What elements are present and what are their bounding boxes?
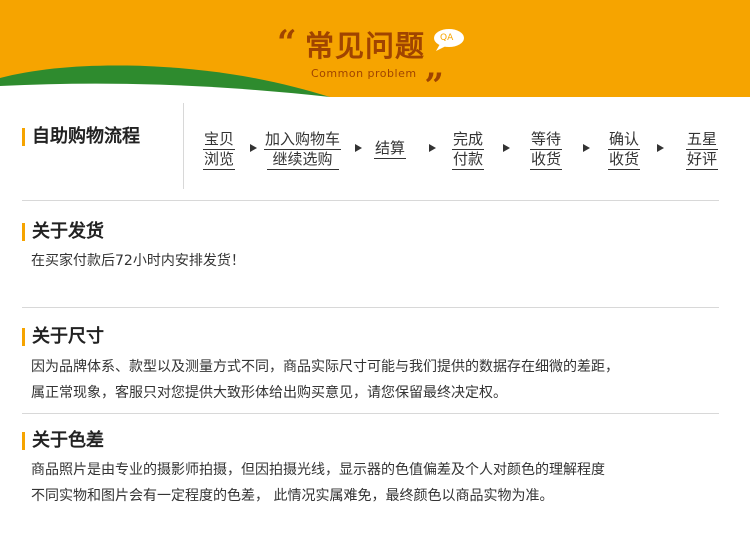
color-heading-text: 关于色差: [32, 430, 104, 451]
flow-step-review: 五星 好评: [686, 130, 719, 170]
size-heading: 关于尺寸: [22, 328, 104, 346]
flow-step-checkout: 结算: [374, 139, 407, 159]
section-divider: [22, 200, 719, 201]
heading-accent-bar: [22, 328, 25, 346]
flow-step-payment: 完成 付款: [452, 130, 485, 170]
arrow-right-icon: [657, 144, 664, 152]
arrow-right-icon: [503, 144, 510, 152]
page-subtitle: Common problem: [311, 67, 417, 80]
color-heading: 关于色差: [22, 432, 104, 450]
close-quote: „: [425, 47, 445, 87]
heading-accent-bar: [22, 432, 25, 450]
flow-step-line: 结算: [374, 139, 407, 159]
qa-badge-text: QA: [440, 33, 454, 43]
text-line: 在买家付款后72小时内安排发货！: [31, 253, 245, 269]
flow-step-browse: 宝贝 浏览: [203, 130, 236, 170]
header-title-group: “ 常见问题 „ Common problem QA: [0, 0, 750, 97]
flow-vertical-divider: [183, 103, 184, 189]
text-line: 不同实物和图片会有一定程度的色差， 此情况实属难免，最终颜色以商品实物为准。: [31, 488, 554, 504]
arrow-right-icon: [355, 144, 362, 152]
open-quote: “: [277, 23, 297, 63]
flow-step-confirm: 确认 收货: [608, 130, 641, 170]
header-banner: “ 常见问题 „ Common problem QA: [0, 0, 750, 97]
color-text: 商品照片是由专业的摄影师拍摄，但因拍摄光线，显示器的色值偏差及个人对颜色的理解程…: [31, 457, 731, 509]
arrow-right-icon: [429, 144, 436, 152]
shipping-heading-text: 关于发货: [32, 221, 104, 242]
size-text: 因为品牌体系、款型以及测量方式不同，商品实际尺寸可能与我们提供的数据存在细微的差…: [31, 354, 731, 406]
text-line: 属正常现象，客服只对您提供大致形体给出购买意见，请您保留最终决定权。: [31, 385, 507, 401]
shipping-heading: 关于发货: [22, 223, 104, 241]
flow-step-line: 确认: [608, 130, 641, 150]
heading-accent-bar: [22, 223, 25, 241]
section-divider: [22, 307, 719, 308]
flow-step-line: 收货: [608, 150, 641, 170]
size-heading-text: 关于尺寸: [32, 326, 104, 347]
flow-step-line: 收货: [530, 150, 563, 170]
flow-step-line: 好评: [686, 150, 719, 170]
section-divider: [22, 413, 719, 414]
flow-step-add-to-cart: 加入购物车 继续选购: [264, 130, 342, 170]
flow-step-line: 继续选购: [266, 150, 339, 170]
shipping-text: 在买家付款后72小时内安排发货！: [31, 248, 731, 274]
heading-accent-bar: [22, 128, 25, 146]
flow-step-line: 加入购物车: [264, 130, 342, 150]
flow-heading: 自助购物流程: [22, 128, 140, 146]
page-title: 常见问题: [305, 29, 426, 63]
flow-step-await-delivery: 等待 收货: [530, 130, 563, 170]
flow-step-line: 完成: [452, 130, 485, 150]
text-line: 商品照片是由专业的摄影师拍摄，但因拍摄光线，显示器的色值偏差及个人对颜色的理解程…: [31, 462, 605, 478]
flow-step-line: 浏览: [203, 150, 236, 170]
flow-step-line: 付款: [452, 150, 485, 170]
flow-heading-text: 自助购物流程: [32, 126, 140, 147]
arrow-right-icon: [250, 144, 257, 152]
flow-step-line: 等待: [530, 130, 563, 150]
flow-step-line: 宝贝: [203, 130, 236, 150]
arrow-right-icon: [583, 144, 590, 152]
text-line: 因为品牌体系、款型以及测量方式不同，商品实际尺寸可能与我们提供的数据存在细微的差…: [31, 359, 619, 375]
flow-step-line: 五星: [686, 130, 719, 150]
